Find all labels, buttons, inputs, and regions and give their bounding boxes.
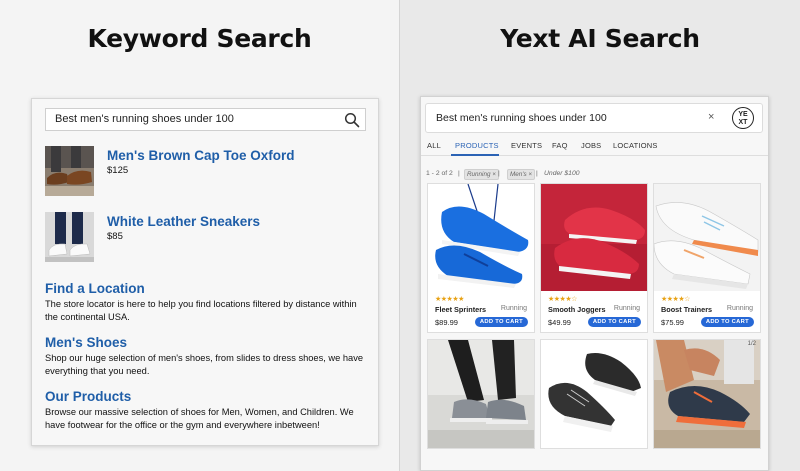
ai-search-side: Yext AI Search Best men's running shoes … — [400, 0, 800, 471]
rating-stars: ★★★★☆ — [661, 296, 690, 303]
blue-shoes-image — [428, 184, 534, 291]
clear-icon[interactable]: × — [708, 111, 714, 123]
keyword-section: Our Products Browse our massive selectio… — [45, 389, 367, 431]
product-price: $85 — [107, 231, 123, 242]
keyword-section: Men's Shoes Shop our huge selection of m… — [45, 335, 367, 377]
filter-separator: | — [498, 170, 500, 177]
add-to-cart-button[interactable]: ADD TO CART — [587, 317, 641, 327]
rating-stars: ★★★★☆ — [548, 296, 577, 303]
search-icon[interactable] — [344, 112, 360, 128]
product-tag: Running — [726, 305, 753, 312]
keyword-results-panel: Best men's running shoes under 100 Men's… — [31, 98, 379, 446]
keyword-search-heading: Keyword Search — [87, 24, 312, 53]
product-price: $125 — [107, 165, 129, 176]
tab-locations[interactable]: LOCATIONS — [613, 141, 658, 150]
product-price: $89.99 — [435, 318, 458, 327]
section-description: The store locator is here to help you fi… — [45, 299, 357, 322]
product-card[interactable] — [540, 339, 648, 449]
tab-all[interactable]: ALL — [427, 141, 441, 150]
ai-search-query: Best men's running shoes under 100 — [436, 112, 607, 124]
product-name[interactable]: Smooth Joggers — [548, 305, 606, 314]
filter-chip-mens[interactable]: Men's × — [507, 169, 536, 180]
ai-search-input[interactable]: Best men's running shoes under 100 × YE … — [425, 103, 763, 133]
white-sneakers-image — [45, 212, 94, 262]
vertical-tabs: ALL PRODUCTS EVENTS FAQ JOBS LOCATIONS — [421, 138, 768, 156]
ai-results-panel: Best men's running shoes under 100 × YE … — [420, 96, 769, 471]
keyword-search-side: Keyword Search Best men's running shoes … — [0, 0, 399, 471]
keyword-search-input[interactable]: Best men's running shoes under 100 — [45, 108, 366, 131]
product-tag: Running — [500, 305, 527, 312]
tab-products[interactable]: PRODUCTS — [455, 141, 499, 150]
yext-logo-button[interactable]: YE XT — [732, 107, 754, 129]
product-tag: Running — [613, 305, 640, 312]
product-card[interactable]: ★★★★★ Fleet Sprinters Running $89.99 ADD… — [427, 183, 535, 333]
product-name[interactable]: Boost Trainers — [661, 305, 712, 314]
section-description: Browse our massive selection of shoes fo… — [45, 407, 354, 430]
product-name[interactable]: Fleet Sprinters — [435, 305, 486, 314]
section-title-link[interactable]: Men's Shoes — [45, 335, 367, 351]
product-price: $49.99 — [548, 318, 571, 327]
product-price: $75.99 — [661, 318, 684, 327]
filter-price[interactable]: Under $100 — [544, 170, 580, 177]
keyword-product-item[interactable]: White Leather Sneakers $85 — [45, 212, 365, 264]
add-to-cart-button[interactable]: ADD TO CART — [474, 317, 528, 327]
image-counter: 1/2 — [747, 341, 756, 347]
tab-events[interactable]: EVENTS — [511, 141, 542, 150]
product-name-link[interactable]: White Leather Sneakers — [107, 214, 260, 229]
results-count: 1 - 2 of 2 — [426, 170, 453, 177]
filter-separator: | — [536, 170, 538, 177]
product-card[interactable]: ★★★★☆ Boost Trainers Running $75.99 ADD … — [653, 183, 761, 333]
product-card[interactable] — [427, 339, 535, 449]
lacing-shoe-image — [654, 340, 760, 448]
keyword-section: Find a Location The store locator is her… — [45, 281, 367, 323]
ai-search-heading: Yext AI Search — [500, 24, 700, 53]
filter-chip-running[interactable]: Running × — [464, 169, 499, 180]
product-card[interactable]: 1/2 — [653, 339, 761, 449]
add-to-cart-button[interactable]: ADD TO CART — [700, 317, 754, 327]
product-card[interactable]: ★★★★☆ Smooth Joggers Running $49.99 ADD … — [540, 183, 648, 333]
white-trainers-image — [654, 184, 760, 291]
keyword-search-query: Best men's running shoes under 100 — [55, 113, 234, 125]
black-sneakers-image — [541, 340, 647, 448]
active-tab-indicator — [451, 154, 499, 156]
product-name-link[interactable]: Men's Brown Cap Toe Oxford — [107, 148, 294, 163]
brown-oxford-image — [45, 146, 94, 196]
runner-gray-shoes-image — [428, 340, 534, 448]
rating-stars: ★★★★★ — [435, 296, 464, 303]
section-description: Shop our huge selection of men's shoes, … — [45, 353, 364, 376]
tab-jobs[interactable]: JOBS — [581, 141, 601, 150]
section-title-link[interactable]: Find a Location — [45, 281, 367, 297]
red-shoes-image — [541, 184, 647, 291]
tab-faq[interactable]: FAQ — [552, 141, 568, 150]
filter-separator: | — [458, 170, 460, 177]
keyword-product-item[interactable]: Men's Brown Cap Toe Oxford $125 — [45, 146, 365, 198]
section-title-link[interactable]: Our Products — [45, 389, 367, 405]
